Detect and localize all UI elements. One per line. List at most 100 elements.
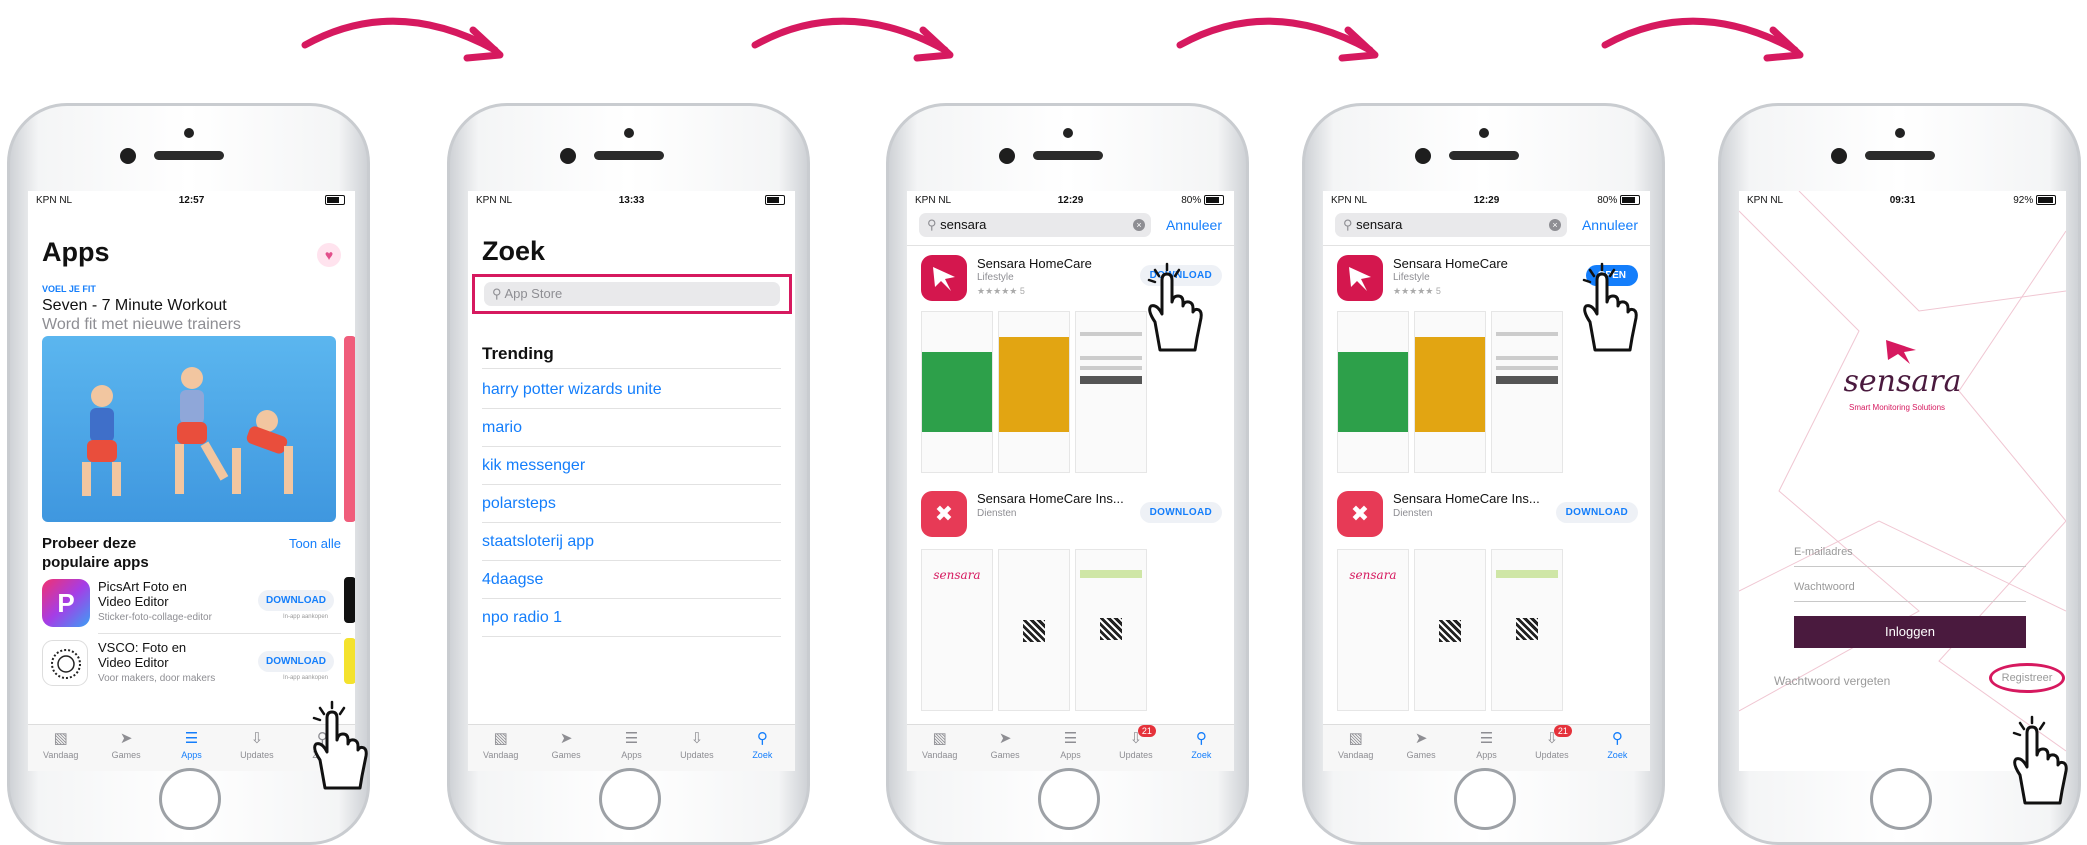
tab-vandaag[interactable]: ▧ Vandaag — [28, 725, 93, 771]
tab-updates[interactable]: ⇩ 21 Updates — [1103, 725, 1168, 771]
trending-item[interactable]: staatsloterij app — [482, 523, 781, 561]
search-icon: ⚲ — [492, 286, 502, 301]
search-input[interactable]: ⚲ sensara × — [919, 213, 1151, 237]
today-icon: ▧ — [1348, 730, 1363, 747]
search-input[interactable]: ⚲ sensara × — [1335, 213, 1567, 237]
sensara-install-app-icon: ✖ — [921, 491, 967, 537]
screenshot — [1337, 311, 1409, 473]
list-item[interactable]: VSCO: Foto en Video Editor Voor makers, d… — [42, 638, 342, 690]
tab-vandaag[interactable]: ▧ Vandaag — [468, 725, 533, 771]
next-card-peek[interactable] — [344, 336, 355, 522]
tab-updates[interactable]: ⇩ Updates — [224, 725, 289, 771]
screenshot — [1075, 549, 1147, 711]
tab-updates[interactable]: ⇩ Updates — [664, 725, 729, 771]
password-field[interactable]: Wachtwoord — [1794, 581, 2026, 602]
trending-item[interactable]: 4daagse — [482, 561, 781, 599]
app-name[interactable]: Sensara HomeCare Ins... — [977, 491, 1124, 506]
download-button[interactable]: DOWNLOAD — [1555, 502, 1638, 523]
cancel-button[interactable]: Annuleer — [1166, 217, 1222, 233]
download-button[interactable]: DOWNLOAD — [258, 651, 334, 672]
trending-item[interactable]: harry potter wizards unite — [482, 371, 781, 409]
tab-apps[interactable]: ☰ Apps — [1038, 725, 1103, 771]
tap-hand-icon — [2012, 715, 2068, 805]
tab-zoek[interactable]: ⚲Zoek — [1169, 725, 1234, 771]
home-button[interactable] — [158, 768, 221, 830]
flow-arrow-icon — [1176, 17, 1379, 62]
tab-apps[interactable]: ☰ Apps — [599, 725, 664, 771]
today-icon: ▧ — [493, 730, 508, 747]
speaker — [153, 151, 224, 160]
download-button[interactable]: DOWNLOAD — [258, 590, 334, 611]
tap-hand-icon — [312, 700, 368, 790]
email-field[interactable]: E-mailadres — [1794, 546, 2026, 567]
register-link[interactable]: Registreer — [1989, 663, 2065, 693]
feature-card[interactable] — [42, 336, 336, 522]
clear-icon[interactable]: × — [1549, 219, 1561, 231]
speaker — [593, 151, 664, 160]
app-name[interactable]: Sensara HomeCare — [977, 256, 1092, 271]
battery-percent: 80% — [1597, 195, 1618, 206]
tab-vandaag[interactable]: ▧ Vandaag — [1323, 725, 1388, 771]
tab-bar: ▧Vandaag ➤Games ☰Apps ⇩Updates ⚲Zoek — [468, 724, 795, 771]
tab-games[interactable]: ➤ Games — [533, 725, 598, 771]
app-name[interactable]: Sensara HomeCare — [1393, 256, 1508, 271]
profile-icon[interactable]: ♥ — [317, 243, 341, 267]
rocket-icon: ➤ — [119, 730, 133, 747]
trending-list: harry potter wizards unite mario kik messe… — [482, 371, 781, 637]
screenshot — [1491, 311, 1563, 473]
trending-item[interactable]: npo radio 1 — [482, 599, 781, 637]
search-input[interactable]: ⚲ App Store — [484, 282, 780, 306]
see-all-link[interactable]: Toon alle — [289, 536, 341, 551]
status-bar: KPN NL 09:31 92% — [1739, 191, 2066, 209]
home-button[interactable] — [1453, 768, 1516, 830]
trending-item[interactable]: kik messenger — [482, 447, 781, 485]
app-category: Lifestyle — [1393, 272, 1430, 283]
cancel-button[interactable]: Annuleer — [1582, 217, 1638, 233]
status-bar: KPN NL 12:29 80% — [907, 191, 1234, 209]
tab-vandaag[interactable]: ▧ Vandaag — [907, 725, 972, 771]
screenshot — [998, 549, 1070, 711]
flow-arrow-icon — [751, 17, 954, 62]
trending-item[interactable]: polarsteps — [482, 485, 781, 523]
tab-games[interactable]: ➤ Games — [1388, 725, 1453, 771]
battery-icon — [765, 195, 785, 206]
tab-apps[interactable]: ☰ Apps — [159, 725, 224, 771]
page-title: Apps — [42, 237, 110, 267]
battery-percent: 92% — [2013, 195, 2034, 206]
clock: 12:57 — [178, 195, 205, 206]
feature-title[interactable]: Seven - 7 Minute Workout — [42, 297, 227, 315]
forgot-password-link[interactable]: Wachtwoord vergeten — [1774, 674, 1890, 688]
app-category: Lifestyle — [977, 272, 1014, 283]
sensara-install-app-icon: ✖ — [1337, 491, 1383, 537]
search-icon: ⚲ — [927, 217, 937, 232]
front-camera — [1831, 148, 1847, 164]
tab-zoek[interactable]: ⚲Zoek — [1585, 725, 1650, 771]
screen-search: KPN NL 13:33 Zoek ⚲ App Store Trending h… — [468, 191, 795, 771]
home-button[interactable] — [1869, 768, 1932, 830]
tab-games[interactable]: ➤ Games — [93, 725, 158, 771]
list-item[interactable]: P PicsArt Foto en Video Editor Sticker-fo… — [42, 577, 342, 629]
login-button[interactable]: Inloggen — [1794, 616, 2026, 648]
home-button[interactable] — [1037, 768, 1100, 830]
status-bar: KPN NL 13:33 — [468, 191, 795, 209]
clear-icon[interactable]: × — [1133, 219, 1145, 231]
sensara-bird-logo — [1886, 340, 1916, 364]
download-button[interactable]: DOWNLOAD — [1139, 502, 1222, 523]
feature-subtitle: Word fit met nieuwe trainers — [42, 316, 241, 333]
in-app-note: In-app aankopen — [282, 614, 328, 620]
battery-icon — [2036, 195, 2056, 206]
clock: 13:33 — [618, 195, 645, 206]
updates-badge: 21 — [1137, 725, 1156, 737]
tab-zoek[interactable]: ⚲Zoek — [730, 725, 795, 771]
home-button[interactable] — [598, 768, 661, 830]
tab-apps[interactable]: ☰ Apps — [1454, 725, 1519, 771]
trending-item[interactable]: mario — [482, 409, 781, 447]
app-name: VSCO: Foto en Video Editor — [98, 640, 187, 670]
tab-updates[interactable]: ⇩ 21 Updates — [1519, 725, 1584, 771]
speaker — [1448, 151, 1519, 160]
layers-icon: ☰ — [184, 730, 199, 747]
tab-games[interactable]: ➤ Games — [972, 725, 1037, 771]
app-category: Diensten — [1393, 508, 1433, 519]
rocket-icon: ➤ — [1414, 730, 1428, 747]
app-name[interactable]: Sensara HomeCare Ins... — [1393, 491, 1540, 506]
